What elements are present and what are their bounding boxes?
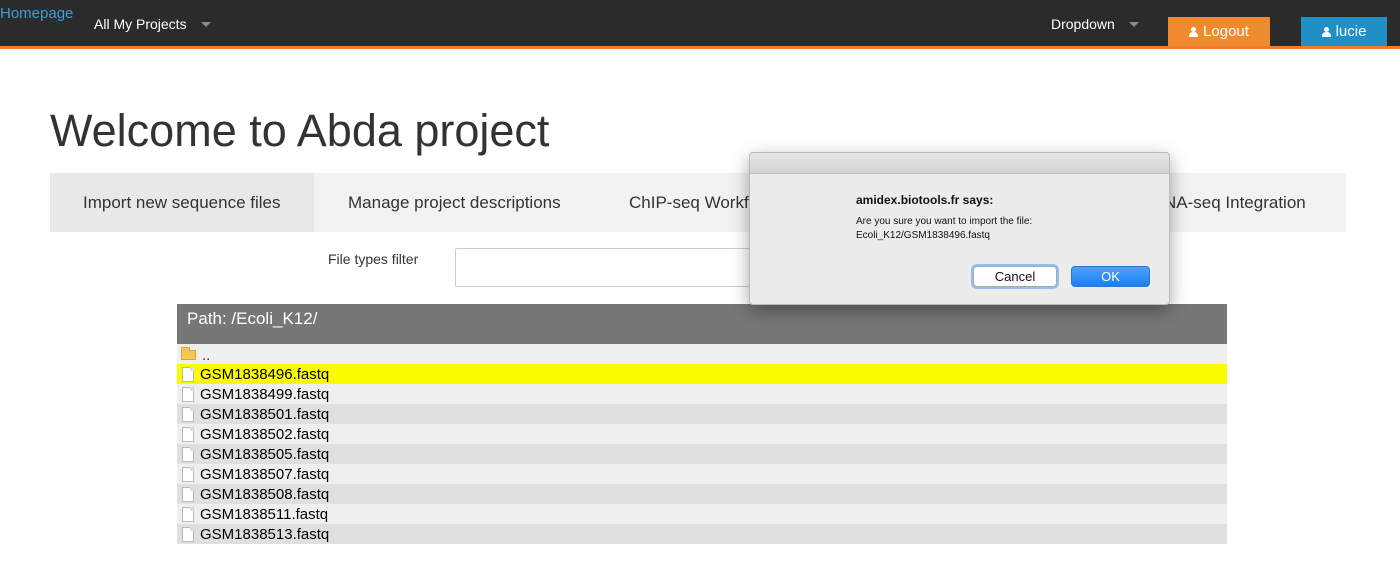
- file-icon: [182, 406, 194, 422]
- dropdown-menu[interactable]: Dropdown: [1051, 16, 1139, 32]
- cancel-button[interactable]: Cancel: [973, 266, 1057, 287]
- dropdown-label: Dropdown: [1051, 16, 1115, 32]
- confirm-import-dialog: amidex.biotools.fr says: Are you sure yo…: [749, 152, 1170, 305]
- file-icon: [182, 426, 194, 442]
- tab-manage-project-descriptions[interactable]: Manage project descriptions: [314, 173, 594, 232]
- file-icon: [182, 486, 194, 502]
- folder-icon: [181, 347, 196, 360]
- file-icon: [182, 366, 194, 382]
- path-bar: Path: /Ecoli_K12/: [177, 304, 1227, 344]
- file-row[interactable]: GSM1838513.fastq: [177, 524, 1227, 544]
- file-name: GSM1838511.fastq: [200, 505, 329, 523]
- file-row[interactable]: GSM1838501.fastq: [177, 404, 1227, 424]
- file-name: GSM1838507.fastq: [200, 465, 330, 483]
- file-icon: [182, 506, 194, 522]
- all-projects-label: All My Projects: [94, 16, 187, 32]
- file-types-filter-input[interactable]: [455, 248, 775, 287]
- file-icon: [182, 446, 194, 462]
- dialog-file-path: Ecoli_K12/GSM1838496.fastq: [856, 230, 990, 241]
- file-types-filter-label: File types filter: [328, 251, 419, 267]
- parent-directory-label: ..: [202, 347, 211, 364]
- file-row[interactable]: GSM1838505.fastq: [177, 444, 1227, 464]
- ok-button[interactable]: OK: [1071, 266, 1150, 287]
- file-name: GSM1838496.fastq: [200, 365, 330, 383]
- dialog-titlebar[interactable]: [750, 153, 1169, 174]
- file-row[interactable]: GSM1838499.fastq: [177, 384, 1227, 404]
- file-icon: [182, 466, 194, 482]
- user-icon: [1189, 26, 1199, 37]
- file-row[interactable]: GSM1838511.fastq: [177, 504, 1227, 524]
- file-list: .. GSM1838496.fastq GSM1838499.fastq GSM…: [177, 344, 1227, 544]
- chevron-down-icon: [1128, 21, 1139, 27]
- file-icon: [182, 526, 194, 542]
- user-icon: [1321, 26, 1331, 37]
- file-name: GSM1838505.fastq: [200, 445, 330, 463]
- dialog-message: Are you sure you want to import the file…: [856, 216, 1033, 227]
- chevron-down-icon: [200, 21, 211, 27]
- tab-chip-seq-workflow[interactable]: ChIP-seq Workfl: [594, 173, 750, 232]
- user-account-button[interactable]: lucie: [1301, 17, 1387, 46]
- file-name: GSM1838513.fastq: [200, 525, 330, 543]
- file-name: GSM1838508.fastq: [200, 485, 330, 503]
- user-name-label: lucie: [1335, 23, 1367, 40]
- homepage-link[interactable]: Homepage: [0, 5, 73, 22]
- file-icon: [182, 386, 194, 402]
- tab-import-sequence-files[interactable]: Import new sequence files: [50, 173, 314, 232]
- logout-button[interactable]: Logout: [1168, 17, 1270, 46]
- page-title: Welcome to Abda project: [50, 105, 550, 156]
- parent-directory-row[interactable]: ..: [177, 344, 1227, 364]
- top-navbar: Homepage All My Projects Dropdown Logout…: [0, 0, 1400, 49]
- file-row[interactable]: GSM1838496.fastq: [177, 364, 1227, 384]
- dialog-heading: amidex.biotools.fr says:: [856, 193, 994, 207]
- tab-rna-seq-integration[interactable]: NA-seq Integration: [1150, 173, 1346, 232]
- file-row[interactable]: GSM1838508.fastq: [177, 484, 1227, 504]
- all-projects-dropdown[interactable]: All My Projects: [94, 16, 211, 32]
- file-name: GSM1838501.fastq: [200, 405, 330, 423]
- file-name: GSM1838502.fastq: [200, 425, 330, 443]
- logout-label: Logout: [1203, 23, 1249, 40]
- file-row[interactable]: GSM1838502.fastq: [177, 424, 1227, 444]
- file-row[interactable]: GSM1838507.fastq: [177, 464, 1227, 484]
- file-name: GSM1838499.fastq: [200, 385, 330, 403]
